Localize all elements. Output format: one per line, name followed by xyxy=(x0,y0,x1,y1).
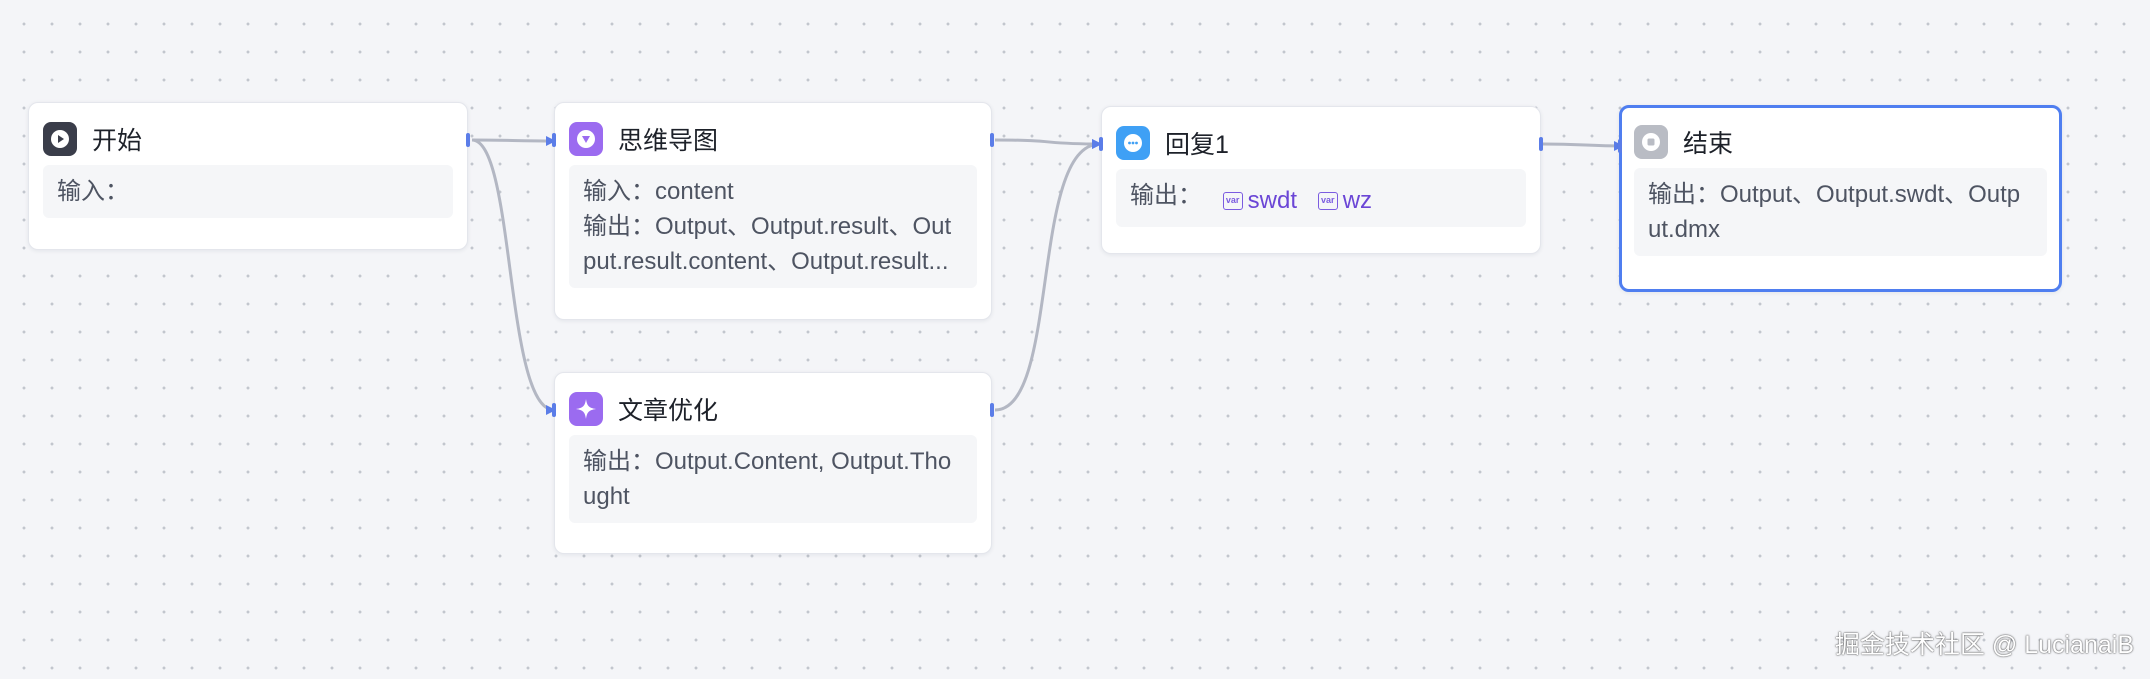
stop-icon xyxy=(1634,125,1668,159)
play-icon xyxy=(43,122,77,156)
sparkle-icon xyxy=(569,392,603,426)
var-name: swdt xyxy=(1247,187,1298,214)
node-start[interactable]: 开始 输入： xyxy=(28,102,468,250)
node-start-header: 开始 xyxy=(43,121,467,157)
output-label: 输出： xyxy=(1130,182,1202,209)
mindmap-icon xyxy=(569,122,603,156)
node-end[interactable]: 结束 输出：Output、Output.swdt、Output.dmx xyxy=(1619,105,2062,292)
node-reply-input-handle[interactable] xyxy=(1099,137,1103,151)
node-mindmap-output-handle[interactable] xyxy=(990,133,994,147)
edge-mindmap-reply[interactable] xyxy=(994,138,1102,149)
node-reply-output-handle[interactable] xyxy=(1539,137,1543,151)
node-reply[interactable]: 回复1 输出： var swdt var wz xyxy=(1101,106,1541,254)
var-name: wz xyxy=(1342,187,1373,214)
edge-article-reply[interactable] xyxy=(994,139,1102,412)
watermark: 掘金技术社区 @ LucianaiB xyxy=(1834,631,2134,659)
node-reply-title: 回复1 xyxy=(1165,131,1229,159)
edge-reply-end[interactable] xyxy=(1542,140,1624,151)
node-article-output-handle[interactable] xyxy=(990,403,994,417)
input-label: 输入： xyxy=(583,178,655,205)
output-label: 输出： xyxy=(583,448,655,475)
input-label: 输入： xyxy=(57,178,129,205)
mindmap-input-row: 输入：content xyxy=(583,174,963,209)
variable-icon: var xyxy=(1222,191,1243,210)
node-mindmap-input-handle[interactable] xyxy=(552,133,556,147)
node-mindmap-header: 思维导图 xyxy=(569,121,991,157)
input-value: content xyxy=(655,178,734,205)
output-label: 输出： xyxy=(583,213,655,240)
variable-icon: var xyxy=(1317,191,1338,210)
var-tag-wz: var wz xyxy=(1317,183,1373,218)
node-mindmap-title: 思维导图 xyxy=(618,127,719,155)
node-start-title: 开始 xyxy=(92,127,143,155)
node-mindmap-body: 输入：content 输出：Output、Output.result、Outpu… xyxy=(569,165,977,288)
node-article-input-handle[interactable] xyxy=(552,403,556,417)
node-reply-body: 输出： var swdt var wz xyxy=(1116,169,1526,227)
mindmap-output-row: 输出：Output、Output.result、Output.result.co… xyxy=(583,209,963,279)
node-article-body: 输出：Output.Content, Output.Thought xyxy=(569,435,977,523)
edge-start-mindmap[interactable] xyxy=(471,135,556,146)
node-reply-header: 回复1 xyxy=(1116,125,1540,161)
node-end-header: 结束 xyxy=(1634,124,2059,160)
node-start-body: 输入： xyxy=(43,165,453,218)
chat-bubble-icon xyxy=(1116,126,1150,160)
var-tag-swdt: var swdt xyxy=(1222,183,1298,218)
node-mindmap[interactable]: 思维导图 输入：content 输出：Output、Output.result、… xyxy=(554,102,992,320)
node-article[interactable]: 文章优化 输出：Output.Content, Output.Thought xyxy=(554,372,992,554)
node-end-input-handle[interactable] xyxy=(1618,139,1622,153)
edge-start-article[interactable] xyxy=(471,138,556,415)
node-article-title: 文章优化 xyxy=(618,397,719,425)
node-start-output-handle[interactable] xyxy=(466,133,470,147)
node-end-title: 结束 xyxy=(1683,130,1734,158)
node-end-body: 输出：Output、Output.swdt、Output.dmx xyxy=(1634,168,2047,256)
node-article-header: 文章优化 xyxy=(569,391,991,427)
output-label: 输出： xyxy=(1648,181,1720,208)
